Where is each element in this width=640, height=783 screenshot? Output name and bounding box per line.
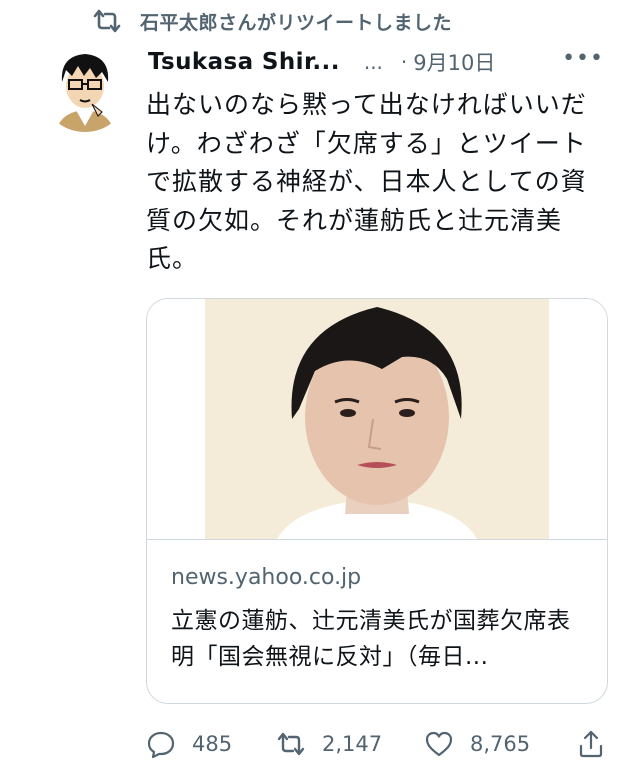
link-card[interactable]: news.yahoo.co.jp 立憲の蓮舫、辻元清美氏が国葬欠席表明「国会無視…: [146, 298, 608, 704]
retweeted-by-label: 石平太郎さんがリツイートしました: [140, 11, 453, 34]
card-image[interactable]: [147, 299, 607, 540]
share-button[interactable]: [576, 724, 606, 764]
avatar[interactable]: [40, 42, 130, 132]
retweet-context[interactable]: 石平太郎さんがリツイートしました: [92, 6, 452, 36]
author-name[interactable]: Tsukasa Shir...: [148, 49, 340, 75]
reply-count: 485: [192, 732, 233, 756]
retweet-button[interactable]: 2,147: [276, 724, 382, 764]
tweet-header: Tsukasa Shir... ... · 9月10日 •••: [148, 44, 618, 80]
heart-icon: [425, 731, 453, 757]
tweet-date[interactable]: 9月10日: [413, 47, 495, 77]
card-domain: news.yahoo.co.jp: [171, 565, 362, 590]
tweet-actions: 485 2,147 8,765: [146, 724, 616, 764]
separator-dot: ·: [400, 50, 408, 74]
retweet-icon: [93, 9, 121, 33]
retweet-count: 2,147: [322, 732, 383, 756]
more-options-icon[interactable]: •••: [562, 46, 604, 71]
like-button[interactable]: 8,765: [424, 724, 530, 764]
card-title: 立憲の蓮舫、辻元清美氏が国葬欠席表明「国会無視に反対」（毎日...: [171, 608, 571, 670]
share-icon: [579, 730, 603, 758]
reply-icon: [147, 731, 175, 759]
tweet-text: 出ないのなら黙って出なければいいだけ。わざわざ「欠席する」とツイートで拡散する神…: [146, 90, 587, 273]
author-handle[interactable]: ...: [364, 50, 383, 74]
reply-button[interactable]: 485: [146, 724, 232, 764]
retweet-icon: [277, 732, 305, 756]
like-count: 8,765: [470, 732, 531, 756]
